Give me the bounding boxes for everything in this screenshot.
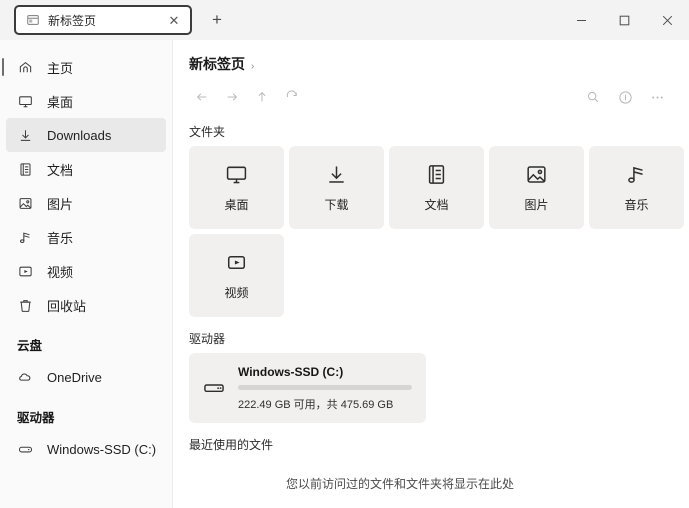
sidebar-item-label: 回收站 <box>47 298 87 314</box>
sidebar-item-music[interactable]: 音乐 <box>6 220 166 254</box>
more-button[interactable] <box>641 84 673 110</box>
drives-section-title: 驱动器 <box>189 332 226 346</box>
picture-icon <box>525 162 548 186</box>
document-icon <box>17 161 33 177</box>
back-button[interactable] <box>187 84 217 110</box>
tab-strip: 新标签页 ✕ + <box>0 0 230 40</box>
sidebar-item-label: 文档 <box>47 162 74 178</box>
minimize-button[interactable] <box>560 0 603 40</box>
content-area: 新标签页 › 文件夹 桌面 下载 文档 图片 音乐 视频 驱动器 Windows… <box>173 40 689 508</box>
video-icon <box>17 263 33 279</box>
sidebar-item-desktop[interactable]: 桌面 <box>6 84 166 118</box>
folder-card-grid: 桌面 下载 文档 图片 音乐 视频 <box>185 146 685 317</box>
new-tab-button[interactable]: + <box>204 7 230 33</box>
music-icon <box>17 229 33 245</box>
folder-card-label: 图片 <box>524 198 549 212</box>
sidebar-item-recycle-bin[interactable]: 回收站 <box>6 288 166 322</box>
sidebar-item-label: 主页 <box>47 60 74 76</box>
browser-tab[interactable]: 新标签页 ✕ <box>14 5 192 35</box>
download-icon <box>325 162 348 186</box>
folder-card-label: 视频 <box>224 286 249 300</box>
toolbar-right-actions <box>577 84 673 110</box>
navigation-toolbar <box>185 84 673 110</box>
title-bar: 新标签页 ✕ + <box>0 0 689 40</box>
cloud-icon <box>17 369 33 385</box>
refresh-button[interactable] <box>277 84 307 110</box>
folder-card-music[interactable]: 音乐 <box>589 146 684 229</box>
folder-card-label: 桌面 <box>224 198 249 212</box>
sidebar-section-drives: 驱动器 <box>17 411 55 425</box>
sidebar: 主页 桌面 Downloads 文档 图片 音乐 视频 回收站 云盘 OneDr… <box>0 40 173 508</box>
sidebar-item-documents[interactable]: 文档 <box>6 152 166 186</box>
document-icon <box>425 162 448 186</box>
folder-card-label: 下载 <box>324 198 349 212</box>
drive-name: Windows-SSD (C:) <box>238 364 344 379</box>
search-button[interactable] <box>577 84 609 110</box>
sidebar-item-label: Windows-SSD (C:) <box>47 441 157 457</box>
folder-card-downloads[interactable]: 下载 <box>289 146 384 229</box>
folder-card-pictures[interactable]: 图片 <box>489 146 584 229</box>
folder-card-desktop[interactable]: 桌面 <box>189 146 284 229</box>
folder-card-label: 音乐 <box>624 198 649 212</box>
sidebar-item-label: Downloads <box>47 127 112 143</box>
sidebar-item-downloads[interactable]: Downloads <box>6 118 166 152</box>
drive-card-windows-ssd[interactable]: Windows-SSD (C:) 222.49 GB 可用，共 475.69 G… <box>189 353 426 423</box>
sidebar-item-home[interactable]: 主页 <box>2 50 166 84</box>
recent-empty-message: 您以前访问过的文件和文件夹将显示在此处 <box>285 477 514 491</box>
window-icon <box>26 13 40 27</box>
sidebar-item-label: 音乐 <box>47 230 74 246</box>
window-controls <box>560 0 689 40</box>
folders-section-title: 文件夹 <box>189 125 226 139</box>
picture-icon <box>17 195 33 211</box>
sidebar-section-cloud: 云盘 <box>17 339 43 353</box>
folder-card-videos[interactable]: 视频 <box>189 234 284 317</box>
up-button[interactable] <box>247 84 277 110</box>
home-icon <box>17 59 33 75</box>
monitor-icon <box>225 162 248 186</box>
recycle-bin-icon <box>17 297 33 313</box>
folder-card-documents[interactable]: 文档 <box>389 146 484 229</box>
sidebar-item-label: OneDrive <box>47 369 102 385</box>
tab-title: 新标签页 <box>48 13 97 28</box>
sidebar-item-onedrive[interactable]: OneDrive <box>6 360 166 394</box>
sidebar-item-label: 桌面 <box>47 94 74 110</box>
drive-icon <box>203 377 225 399</box>
monitor-icon <box>17 93 33 109</box>
drive-info: Windows-SSD (C:) 222.49 GB 可用，共 475.69 G… <box>238 365 412 412</box>
sidebar-item-label: 图片 <box>47 196 74 212</box>
recent-section-title: 最近使用的文件 <box>189 438 274 452</box>
breadcrumb[interactable]: 新标签页 › <box>185 54 673 74</box>
music-icon <box>625 162 648 186</box>
video-icon <box>225 250 248 274</box>
sidebar-item-pictures[interactable]: 图片 <box>6 186 166 220</box>
folder-card-label: 文档 <box>424 198 449 212</box>
download-icon <box>17 127 33 143</box>
sidebar-item-label: 视频 <box>47 264 74 280</box>
close-icon[interactable]: ✕ <box>166 12 182 28</box>
forward-button[interactable] <box>217 84 247 110</box>
info-button[interactable] <box>609 84 641 110</box>
close-button[interactable] <box>646 0 689 40</box>
drive-icon <box>17 441 33 457</box>
chevron-right-icon: › <box>251 61 255 72</box>
drive-usage-bar <box>238 384 412 390</box>
file-explorer-window: 新标签页 ✕ + 主页 桌面 Downloads 文档 图片 音乐 视频 回收站… <box>0 0 689 508</box>
drive-capacity-text: 222.49 GB 可用，共 475.69 GB <box>238 398 394 411</box>
maximize-button[interactable] <box>603 0 646 40</box>
breadcrumb-title: 新标签页 <box>189 56 245 72</box>
sidebar-item-windows-ssd[interactable]: Windows-SSD (C:) <box>6 432 166 466</box>
sidebar-item-videos[interactable]: 视频 <box>6 254 166 288</box>
